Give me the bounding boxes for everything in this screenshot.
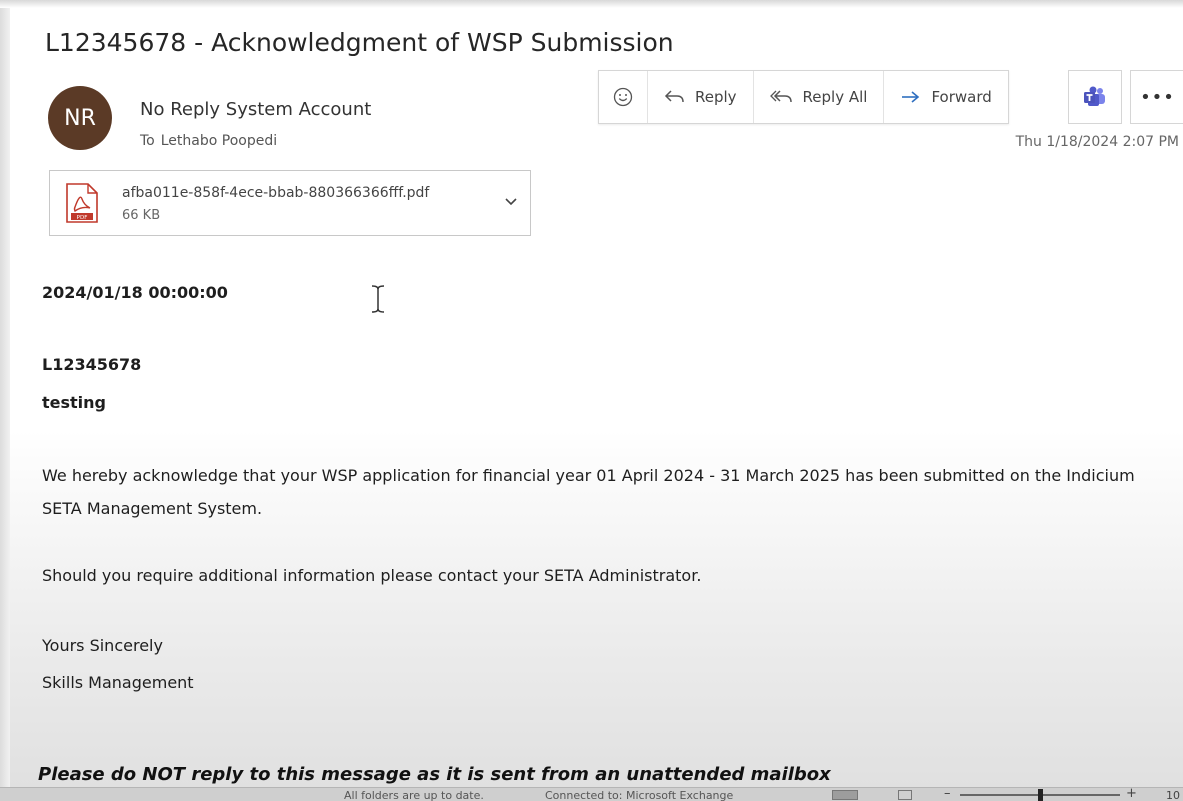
attachment-filename: afba011e-858f-4ece-bbab-880366366fff.pdf (122, 185, 430, 201)
chevron-down-icon[interactable] (503, 196, 519, 208)
zoom-level[interactable]: 10 (1166, 789, 1180, 801)
contact-paragraph: Should you require additional informatio… (42, 566, 702, 585)
closing-line: Yours Sincerely (42, 636, 163, 655)
more-actions-button[interactable]: ••• (1130, 70, 1183, 124)
reply-icon (664, 90, 684, 103)
email-subject: L12345678 - Acknowledgment of WSP Submis… (45, 28, 674, 57)
reply-label: Reply (695, 88, 737, 106)
recipient-name[interactable]: Lethabo Poopedi (161, 133, 277, 149)
forward-label: Forward (931, 88, 992, 106)
reply-all-icon (769, 90, 792, 103)
zoom-slider-thumb[interactable] (1037, 789, 1043, 801)
emoji-button[interactable] (599, 71, 648, 123)
message-actions-toolbar: Reply Reply All Forward (598, 70, 1009, 124)
window-top-edge (0, 0, 1183, 8)
reply-all-button[interactable]: Reply All (754, 71, 885, 123)
acknowledgement-paragraph: We hereby acknowledge that your WSP appl… (42, 466, 1135, 518)
teams-share-button[interactable] (1068, 70, 1122, 124)
attachment-card[interactable]: PDF afba011e-858f-4ece-bbab-880366366fff… (49, 170, 531, 236)
more-icon: ••• (1140, 86, 1175, 108)
organisation-name: testing (42, 393, 106, 412)
pdf-icon: PDF (66, 183, 98, 223)
folders-status: All folders are up to date. (344, 789, 484, 801)
message-date: 2024/01/18 00:00:00 (42, 283, 228, 302)
do-not-reply-notice: Please do NOT reply to this message as i… (38, 764, 831, 785)
forward-button[interactable]: Forward (884, 71, 1007, 123)
status-bar: All folders are up to date. Connected to… (0, 787, 1183, 801)
reply-button[interactable]: Reply (648, 71, 754, 123)
reference-number: L12345678 (42, 355, 142, 374)
zoom-out-button[interactable]: – (944, 788, 951, 801)
emoji-icon (613, 87, 633, 107)
teams-icon (1084, 86, 1105, 106)
reply-all-label: Reply All (802, 88, 868, 106)
sender-avatar[interactable]: NR (48, 86, 112, 150)
forward-icon (902, 91, 920, 103)
reading-view-icon[interactable] (898, 790, 912, 800)
attachment-size: 66 KB (122, 208, 161, 223)
text-cursor-icon (371, 285, 385, 313)
to-label: To (140, 133, 155, 149)
recipient-line: To Lethabo Poopedi (140, 133, 277, 149)
normal-view-icon[interactable] (832, 790, 858, 800)
connection-status: Connected to: Microsoft Exchange (545, 789, 734, 801)
zoom-in-button[interactable]: + (1126, 788, 1137, 801)
avatar-initials: NR (64, 105, 96, 131)
received-timestamp: Thu 1/18/2024 2:07 PM (1015, 134, 1179, 150)
sender-name[interactable]: No Reply System Account (140, 99, 371, 120)
svg-text:PDF: PDF (77, 215, 88, 221)
signature-line: Skills Management (42, 673, 194, 692)
window-edge (0, 0, 10, 800)
